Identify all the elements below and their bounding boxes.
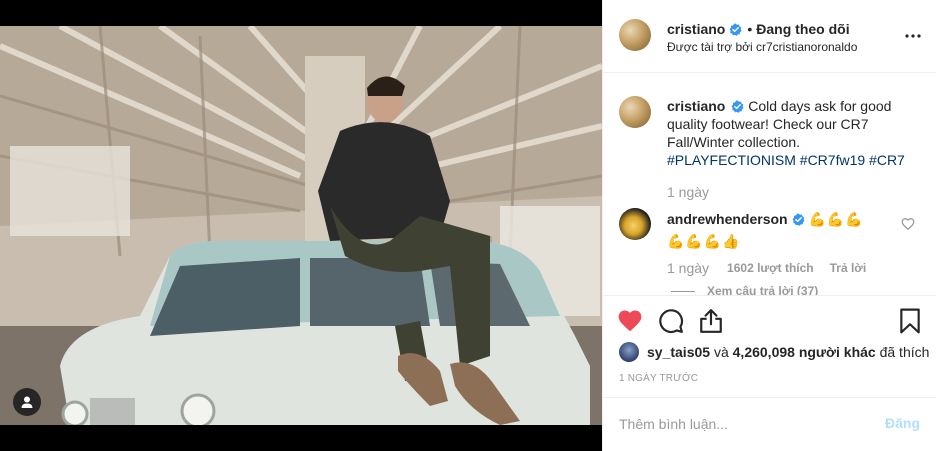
heart-filled-icon: [618, 310, 642, 332]
hashtag-link[interactable]: #CR7: [869, 152, 905, 168]
liked-suffix: đã thích: [879, 344, 930, 360]
add-comment-input[interactable]: [619, 414, 869, 434]
comment-text-line2: 💪💪💪👍: [667, 233, 741, 249]
view-replies-button[interactable]: Xem câu trả lời (37): [707, 284, 818, 295]
liked-by-summary: sy_tais05 và 4,260,098 người khác đã thí…: [619, 342, 929, 362]
author-username[interactable]: cristiano: [667, 21, 725, 37]
reply-button[interactable]: Trả lời: [830, 261, 867, 275]
post-timestamp[interactable]: 1 NGÀY TRƯỚC: [619, 373, 698, 384]
comment-text-line1: 💪💪💪: [808, 211, 864, 227]
share-icon: [700, 309, 722, 333]
separator-dot: •: [747, 21, 753, 37]
hashtag-link[interactable]: #PLAYFECTIONISM: [667, 152, 796, 168]
caption-username[interactable]: cristiano: [667, 98, 725, 114]
like-button[interactable]: [617, 308, 643, 334]
comment-button[interactable]: [658, 308, 684, 334]
post-caption: cristiano Cold days ask for good quality…: [667, 97, 917, 169]
author-line: cristiano • Đang theo dõi: [667, 21, 850, 37]
verified-badge-icon: [731, 100, 744, 113]
post-header: cristiano • Đang theo dõi Được tài trợ b…: [603, 0, 936, 73]
share-button[interactable]: [698, 308, 724, 334]
commenter-avatar[interactable]: [619, 208, 651, 240]
verified-badge-icon: [792, 213, 805, 226]
commenter-username[interactable]: andrewhenderson: [667, 211, 788, 227]
liked-connector: và: [713, 344, 729, 360]
comment-meta: 1 ngày 1602 lượt thích Trả lời: [667, 260, 866, 276]
sponsored-label[interactable]: Được tài trợ bởi cr7cristianoronaldo: [667, 40, 857, 54]
liker-avatar[interactable]: [619, 342, 639, 362]
author-avatar[interactable]: [619, 19, 651, 51]
user-tag-icon: [21, 396, 33, 408]
liker-username[interactable]: sy_tais05: [647, 344, 710, 360]
comment-like-heart-icon[interactable]: [901, 217, 915, 231]
post-media: [0, 0, 602, 451]
comment-age[interactable]: 1 ngày: [667, 260, 709, 276]
add-comment-form: Đăng: [603, 397, 936, 451]
post-comment-button[interactable]: Đăng: [885, 415, 920, 431]
others-likes-count[interactable]: 4,260,098 người khác: [733, 344, 876, 360]
hashtag-link[interactable]: #CR7fw19: [800, 152, 865, 168]
photo-illustration: [0, 26, 602, 425]
more-options-button[interactable]: [903, 26, 923, 46]
caption-age[interactable]: 1 ngày: [667, 184, 709, 200]
caption-author-avatar[interactable]: [619, 96, 651, 128]
follow-status-button[interactable]: Đang theo dõi: [756, 21, 849, 37]
user-tag-button[interactable]: [13, 388, 41, 416]
comments-list[interactable]: cristiano Cold days ask for good quality…: [603, 73, 936, 295]
verified-badge-icon: [729, 22, 742, 36]
bookmark-icon: [900, 308, 920, 334]
top-comment: andrewhenderson 💪💪💪 💪💪💪👍: [667, 208, 897, 252]
comment-bubble-icon: [659, 309, 684, 334]
action-bar: [603, 295, 936, 345]
comment-likes-count[interactable]: 1602 lượt thích: [727, 261, 814, 275]
post-side-panel: cristiano • Đang theo dõi Được tài trợ b…: [602, 0, 936, 451]
caption-hashtags: #PLAYFECTIONISM #CR7fw19 #CR7: [667, 152, 905, 168]
post-photo[interactable]: [0, 26, 602, 425]
more-options-icon: [905, 34, 921, 38]
save-button[interactable]: [897, 308, 923, 334]
